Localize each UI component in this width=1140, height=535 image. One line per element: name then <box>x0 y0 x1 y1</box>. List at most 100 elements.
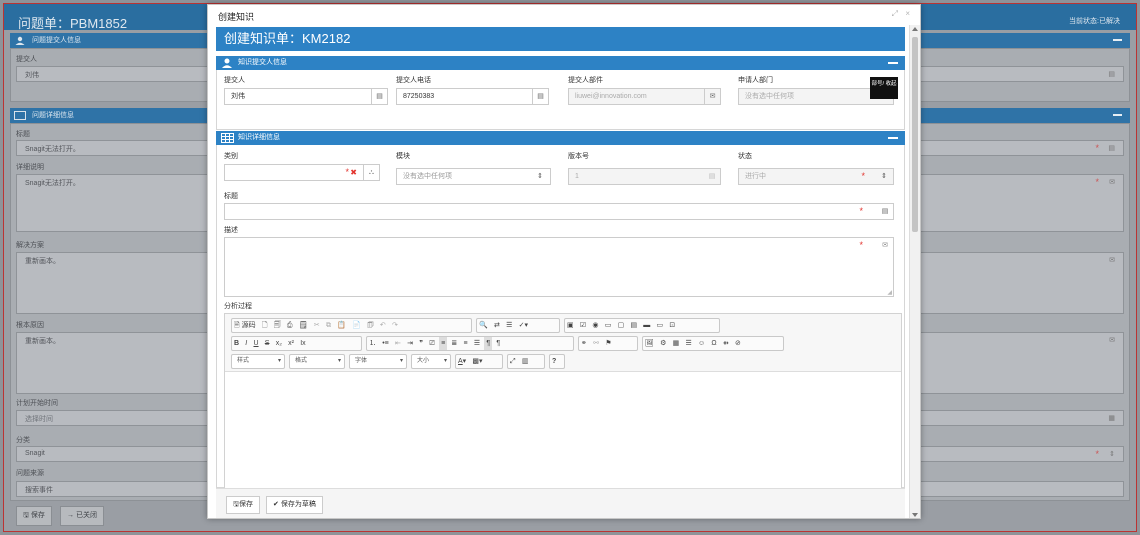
ltr-icon[interactable]: ¶ <box>484 337 493 350</box>
redo-icon[interactable]: ↷ <box>390 319 400 332</box>
bulleted-list-icon[interactable]: •≡ <box>380 337 391 350</box>
knowledge-submitter-section[interactable]: 知识提交人信息 <box>216 56 905 70</box>
category-field[interactable]: * ✖ ⛬ <box>224 164 380 181</box>
phone-field[interactable]: 87250383 ▤ <box>396 88 549 105</box>
expand-icon[interactable]: ⤢ <box>892 9 898 19</box>
copy-icon[interactable]: ⧉ <box>324 319 333 332</box>
hr-icon[interactable]: ☰ <box>684 337 694 350</box>
show-blocks-icon[interactable]: ▥ <box>520 355 531 368</box>
maximize-icon[interactable]: ⤢ <box>508 355 518 368</box>
select-all-icon[interactable]: ☰ <box>504 319 514 332</box>
scroll-up-icon[interactable] <box>912 27 918 31</box>
italic-icon[interactable]: I <box>243 337 249 350</box>
collapse-icon[interactable] <box>888 62 898 64</box>
textarea-icon[interactable]: ▢ <box>616 319 627 332</box>
font-select[interactable]: 字体 ▾ <box>349 354 407 369</box>
checkbox-icon[interactable]: ☑ <box>578 319 588 332</box>
paste-word-icon[interactable]: 🗊 <box>365 319 375 332</box>
resize-handle-icon[interactable]: ◢ <box>887 289 892 296</box>
module-select[interactable]: 没有选中任何项 ⇕ <box>396 168 551 185</box>
superscript-icon[interactable]: x² <box>286 337 296 350</box>
strike-icon[interactable]: S <box>263 337 272 350</box>
link-icon[interactable]: ⚭ <box>579 337 589 350</box>
align-center-icon[interactable]: ≣ <box>449 337 459 350</box>
title-field[interactable]: * ▤ <box>224 203 894 220</box>
source-button[interactable]: 🗎 源码 <box>232 319 258 332</box>
bold-icon[interactable]: B <box>232 337 241 350</box>
bg-color-icon[interactable]: ▩▾ <box>470 355 484 368</box>
status-select[interactable]: 进行中 * ⇕ <box>738 168 894 185</box>
dept-label: 提交人部件 <box>568 77 603 84</box>
image-icon[interactable]: 🖼 <box>643 337 656 350</box>
version-label: 版本号 <box>568 153 589 160</box>
blockquote-icon[interactable]: ❞ <box>417 337 425 350</box>
flash-icon[interactable]: ⚙ <box>658 337 668 350</box>
tree-icon[interactable]: ⛬ <box>363 165 379 180</box>
print-icon[interactable]: ⎙ <box>285 319 295 332</box>
preview-icon[interactable]: 🗐 <box>272 319 283 332</box>
modal-scrollbar[interactable] <box>909 25 920 518</box>
find-icon[interactable]: 🔍 <box>477 319 490 332</box>
radio-icon[interactable]: ◉ <box>590 319 600 332</box>
align-right-icon[interactable]: ≡ <box>462 337 470 350</box>
paste-icon[interactable]: 📋 <box>335 319 348 332</box>
outdent-icon[interactable]: ⇤ <box>393 337 403 350</box>
align-left-icon[interactable]: ≡ <box>439 337 448 350</box>
indent-icon[interactable]: ⇥ <box>405 337 415 350</box>
form-icon[interactable]: ▣ <box>565 319 576 332</box>
special-char-icon[interactable]: Ω <box>709 337 718 350</box>
submitter-field[interactable]: 刘伟 ▤ <box>224 88 388 105</box>
button-icon[interactable]: ▬ <box>641 319 652 332</box>
cut-icon[interactable]: ✂ <box>312 319 322 332</box>
template-icon[interactable]: 🗒 <box>297 319 310 332</box>
collapse-icon[interactable] <box>1113 39 1122 41</box>
remove-format-icon[interactable]: Ix <box>298 337 307 350</box>
arrow-right-icon: → <box>67 512 74 519</box>
textfield-icon[interactable]: ▭ <box>603 319 614 332</box>
rtl-icon[interactable]: ¶ <box>494 337 502 350</box>
save-button[interactable]: 🖫保存 <box>226 496 260 514</box>
version-field[interactable]: 1 ▤ <box>568 168 721 185</box>
background-close-button[interactable]: → 已关闭 <box>60 506 104 526</box>
collapse-icon[interactable] <box>888 137 898 139</box>
scroll-thumb[interactable] <box>912 37 918 232</box>
hiddenfield-icon[interactable]: ⊡ <box>667 319 677 332</box>
spellcheck-icon[interactable]: ✓▾ <box>517 319 530 332</box>
paste-text-icon[interactable]: 📄 <box>350 319 363 332</box>
background-save-button[interactable]: 🖫 保存 <box>16 506 52 526</box>
select-icon[interactable]: ▤ <box>628 319 639 332</box>
underline-icon[interactable]: U <box>251 337 260 350</box>
iframe-icon[interactable]: ⊘ <box>733 337 743 350</box>
numbered-list-icon[interactable]: ⒈ <box>367 337 378 350</box>
unlink-icon[interactable]: ⚯ <box>591 337 601 350</box>
version-value: 1 <box>575 173 579 180</box>
text-color-icon[interactable]: A▾ <box>456 355 468 368</box>
table-insert-icon[interactable]: ▦ <box>671 337 682 350</box>
dept-field[interactable]: liuwei@innovation.com ✉ <box>568 88 721 105</box>
size-select[interactable]: 大小 ▾ <box>411 354 451 369</box>
collapse-icon[interactable] <box>1113 114 1122 116</box>
help-icon[interactable]: ? <box>550 355 558 368</box>
comment-icon: ✉ <box>1109 257 1115 264</box>
styles-select[interactable]: 样式 ▾ <box>231 354 285 369</box>
close-icon[interactable]: × <box>905 9 910 18</box>
desc-textarea[interactable]: * ✉ ◢ <box>224 237 894 297</box>
new-page-icon[interactable]: 🗋 <box>260 319 270 332</box>
knowledge-detail-section[interactable]: 知识详细信息 <box>216 131 905 145</box>
undo-icon[interactable]: ↶ <box>378 319 388 332</box>
clear-icon[interactable]: ✖ <box>350 165 357 180</box>
save-draft-button[interactable]: ✔ 保存为草稿 <box>266 496 323 514</box>
replace-icon[interactable]: ⇄ <box>492 319 502 332</box>
imagebutton-icon[interactable]: ▭ <box>655 319 666 332</box>
justify-icon[interactable]: ☰ <box>472 337 482 350</box>
background-submitter-value: 刘伟 <box>25 72 39 79</box>
subscript-icon[interactable]: x₂ <box>274 337 284 350</box>
scroll-down-icon[interactable] <box>912 513 918 517</box>
analysis-editor[interactable]: 🗎 源码 🗋 🗐 ⎙ 🗒 ✂ ⧉ 📋 📄 🗊 ↶ ↷ 🔍 ⇄ ☰ ✓▾ ▣ ☑ … <box>224 313 902 489</box>
knowledge-detail-section-label: 知识详细信息 <box>238 134 280 141</box>
div-icon[interactable]: ⎚ <box>427 337 437 350</box>
smiley-icon[interactable]: ☺ <box>696 337 707 350</box>
pagebreak-icon[interactable]: ⇻ <box>721 337 731 350</box>
anchor-icon[interactable]: ⚑ <box>603 337 613 350</box>
format-select[interactable]: 格式 ▾ <box>289 354 345 369</box>
